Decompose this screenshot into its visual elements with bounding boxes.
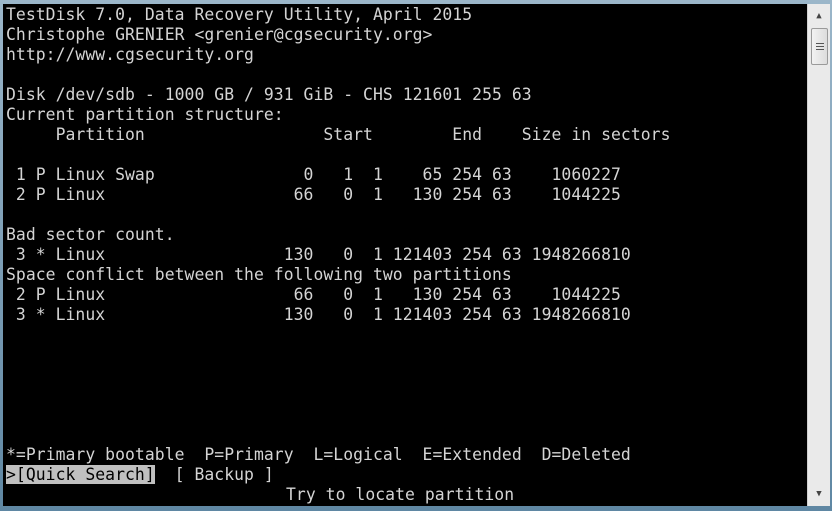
disk-info: Disk /dev/sdb - 1000 GB / 931 GiB - CHS …	[6, 85, 532, 104]
app-url: http://www.cgsecurity.org	[6, 45, 254, 64]
partition-row: 1 P Linux Swap 0 1 1 65 254 63 1060227	[6, 165, 621, 184]
scrollbar-thumb[interactable]	[811, 28, 828, 65]
menu-bar: >[Quick Search] [ Backup ]	[6, 465, 274, 485]
scroll-down-arrow-icon[interactable]: ▼	[808, 485, 830, 503]
terminal: TestDisk 7.0, Data Recovery Utility, Apr…	[3, 4, 807, 506]
grip-icon	[815, 49, 824, 50]
console-window: TestDisk 7.0, Data Recovery Utility, Apr…	[0, 0, 832, 511]
app-author: Christophe GRENIER <grenier@cgsecurity.o…	[6, 25, 433, 44]
app-title: TestDisk 7.0, Data Recovery Utility, Apr…	[6, 5, 473, 24]
vertical-scrollbar[interactable]: ▲ ▼	[807, 4, 830, 506]
bad-partition-row: 3 * Linux 130 0 1 121403 254 63 19482668…	[6, 245, 631, 264]
bad-sector-message: Bad sector count.	[6, 225, 175, 244]
backup-button[interactable]: [ Backup ]	[175, 465, 274, 484]
quick-search-button[interactable]: >[Quick Search]	[6, 465, 155, 484]
column-header: Partition Start End Size in sectors	[6, 125, 671, 144]
grip-icon	[815, 43, 824, 44]
conflict-message: Space conflict between the following two…	[6, 265, 512, 284]
scroll-up-arrow-icon[interactable]: ▲	[808, 7, 830, 25]
menu-hint: Try to locate partition	[286, 485, 515, 504]
conflict-partition-row: 2 P Linux 66 0 1 130 254 63 1044225	[6, 285, 621, 304]
type-legend: *=Primary bootable P=Primary L=Logical E…	[6, 445, 631, 464]
structure-heading: Current partition structure:	[6, 105, 284, 124]
grip-icon	[815, 46, 824, 47]
conflict-partition-row: 3 * Linux 130 0 1 121403 254 63 19482668…	[6, 305, 631, 324]
partition-row: 2 P Linux 66 0 1 130 254 63 1044225	[6, 185, 621, 204]
